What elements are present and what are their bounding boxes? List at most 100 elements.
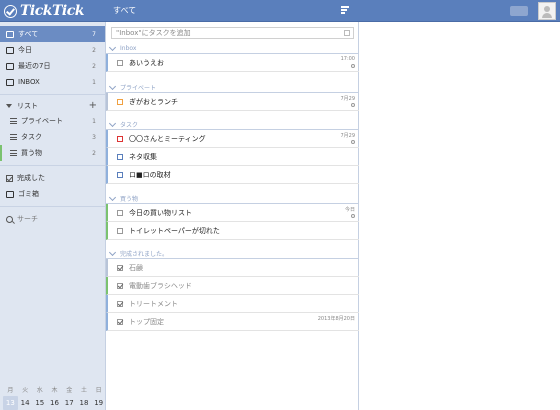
calendar-date[interactable]: 18 — [77, 396, 92, 410]
weekday-label: 金 — [66, 387, 73, 394]
weekday-label: 水 — [36, 387, 43, 394]
task-row[interactable]: 今日の買い物リスト 今日 — [106, 204, 359, 222]
avatar[interactable] — [538, 2, 556, 20]
task-checkbox[interactable] — [117, 209, 123, 216]
add-list-icon[interactable]: + — [89, 100, 97, 111]
sidebar-item-next7[interactable]: 最近の7日 2 — [0, 58, 105, 74]
weekday-label: 火 — [22, 387, 29, 394]
task-date: 17:00 — [340, 56, 355, 62]
chevron-down-icon — [108, 119, 117, 127]
chevron-down-icon — [108, 43, 117, 51]
sidebar-item-count: 2 — [92, 149, 96, 157]
calendar-date[interactable]: 19 — [91, 396, 106, 410]
calendar-date[interactable]: 17 — [62, 396, 77, 410]
task-checkbox[interactable] — [117, 171, 123, 178]
calendar-icon — [6, 46, 14, 54]
divider — [0, 165, 105, 166]
calendar-date-today[interactable]: 13 — [3, 396, 18, 410]
task-checkbox-checked[interactable] — [117, 264, 123, 271]
sidebar-search[interactable]: サーチ — [0, 211, 105, 227]
task-title: トイレットペーパーが切れた — [129, 226, 220, 235]
group-completed: 完成されました。 石鹸 電動歯ブラシヘッド トリートメント トップ固定 2013… — [106, 248, 359, 331]
task-row[interactable]: トイレットペーパーが切れた — [106, 222, 359, 240]
group-header-label: タスク — [120, 122, 139, 129]
sidebar-item-private[interactable]: プライベート 1 — [0, 113, 105, 129]
calendar-date[interactable]: 14 — [18, 396, 33, 410]
sidebar-item-trash[interactable]: ゴミ箱 — [0, 186, 105, 202]
task-checkbox-checked[interactable] — [117, 282, 123, 289]
group-header[interactable]: タスク — [106, 119, 359, 130]
task-row[interactable]: 電動歯ブラシヘッド — [106, 277, 359, 295]
logo-text: TickTick — [20, 3, 84, 19]
sidebar-item-label: 今日 — [18, 46, 32, 54]
calendar-date[interactable]: 15 — [32, 396, 47, 410]
trash-icon — [6, 190, 14, 198]
list-icon — [10, 150, 17, 156]
clock-icon — [351, 214, 355, 218]
clock-icon — [351, 140, 355, 144]
logo[interactable]: TickTick — [4, 2, 84, 20]
add-task-input[interactable]: "Inbox"にタスクを追加 — [111, 27, 354, 39]
chevron-down-icon — [108, 82, 117, 90]
task-title: 電動歯ブラシヘッド — [129, 281, 192, 290]
task-checkbox-checked[interactable] — [117, 300, 123, 307]
sidebar-item-tasks[interactable]: タスク 3 — [0, 129, 105, 145]
calendar-week-icon — [6, 62, 14, 70]
sidebar-item-completed[interactable]: 完成した — [0, 170, 105, 186]
sidebar-item-label: タスク — [21, 133, 42, 141]
task-row[interactable]: 〇〇さんとミーティング 7月29 — [106, 130, 359, 148]
sidebar-item-label: ゴミ箱 — [18, 190, 39, 198]
task-row[interactable]: トップ固定 2013年8月20日 — [106, 313, 359, 331]
lists-header-label: リスト — [17, 102, 38, 110]
group-header[interactable]: 買う物 — [106, 193, 359, 204]
triangle-down-icon — [6, 104, 12, 108]
task-checkbox[interactable] — [117, 98, 123, 105]
group-header[interactable]: 完成されました。 — [106, 248, 359, 259]
divider — [0, 206, 105, 207]
task-checkbox[interactable] — [117, 59, 123, 66]
sidebar-item-label: 最近の7日 — [18, 62, 51, 70]
search-icon — [6, 215, 13, 223]
sort-icon[interactable] — [341, 6, 349, 14]
sidebar-item-today[interactable]: 今日 2 — [0, 42, 105, 58]
calendar-dates: 13 14 15 16 17 18 19 — [0, 396, 106, 410]
task-date: 7月29 — [340, 133, 355, 139]
task-checkbox-checked[interactable] — [117, 318, 123, 325]
sidebar-item-label: INBOX — [18, 78, 40, 86]
weekday-label: 日 — [95, 387, 102, 394]
group-header-label: 完成されました。 — [120, 251, 169, 258]
task-checkbox[interactable] — [117, 153, 123, 160]
calendar-date[interactable]: 16 — [47, 396, 62, 410]
weekday-label: 月 — [7, 387, 14, 394]
task-row[interactable]: ネタ収集 — [106, 148, 359, 166]
top-bar: TickTick すべて — [0, 0, 560, 22]
group-header-label: Inbox — [120, 45, 137, 52]
list-icon — [10, 134, 17, 140]
task-title: 今日の買い物リスト — [129, 208, 192, 217]
task-date: 2013年8月20日 — [317, 316, 355, 322]
task-detail-pane — [360, 22, 560, 410]
task-checkbox[interactable] — [117, 135, 123, 142]
calendar-icon[interactable] — [344, 30, 350, 36]
chevron-down-icon — [108, 193, 117, 201]
task-row[interactable]: 石鹸 — [106, 259, 359, 277]
toolbar-button[interactable] — [510, 6, 528, 16]
sidebar-item-count: 3 — [92, 133, 96, 141]
divider — [0, 94, 105, 95]
lists-header[interactable]: リスト + — [0, 99, 105, 113]
task-row[interactable]: トリートメント — [106, 295, 359, 313]
sidebar-item-count: 7 — [92, 30, 96, 38]
inbox-icon — [6, 30, 14, 38]
task-title: 〇〇さんとミーティング — [129, 134, 206, 143]
task-checkbox[interactable] — [117, 227, 123, 234]
group-header[interactable]: Inbox — [106, 43, 359, 54]
task-row[interactable]: ロ■ロの取材 — [106, 166, 359, 184]
group-header-label: プライベート — [120, 85, 157, 92]
group-header[interactable]: プライベート — [106, 82, 359, 93]
sidebar-item-all[interactable]: すべて 7 — [0, 26, 105, 42]
group-private: プライベート ぎがおとランチ 7月29 — [106, 82, 359, 111]
sidebar-item-shopping[interactable]: 買う物 2 — [0, 145, 105, 161]
sidebar-item-inbox[interactable]: INBOX 1 — [0, 74, 105, 90]
task-row[interactable]: ぎがおとランチ 7月29 — [106, 93, 359, 111]
task-row[interactable]: あいうえお 17:00 — [106, 54, 359, 72]
